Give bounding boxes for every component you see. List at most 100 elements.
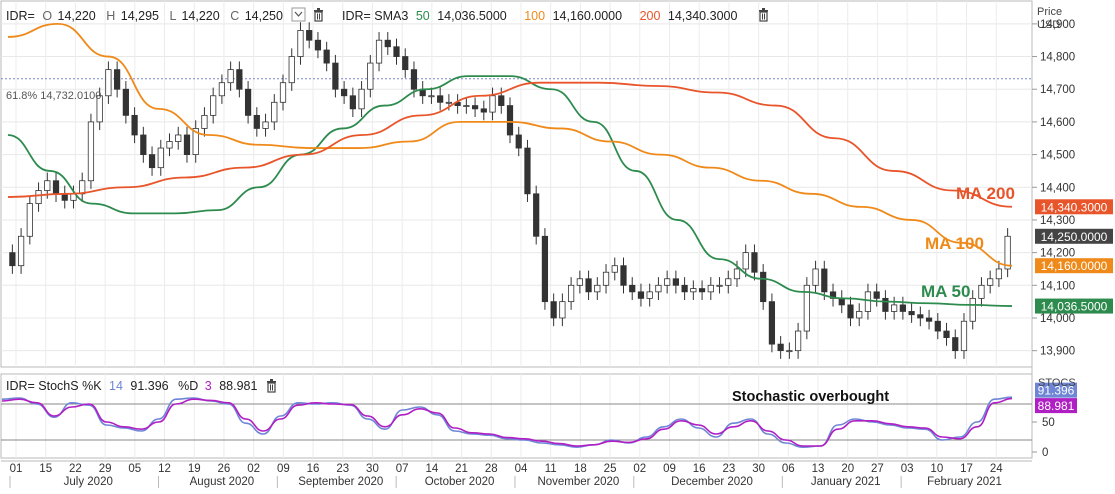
x-month-label: February 2021: [927, 476, 1002, 488]
chart-window: 14,900 14,800 14,700 14,600 14,500 14,400 14,3…: [0, 0, 1115, 489]
x-tick-label: 03: [901, 463, 914, 475]
x-tick-label: 02: [247, 463, 260, 475]
x-tick-label: 11: [545, 463, 557, 475]
candle-body: [655, 284, 662, 293]
candle-body: [471, 105, 479, 110]
stoch-annotation: Stochastic overbought: [732, 389, 889, 405]
candle-body: [323, 49, 330, 64]
x-tick-label: 25: [604, 463, 617, 475]
y-tick-label: 14,000: [1040, 313, 1075, 325]
candle-body: [393, 46, 400, 57]
candle-body: [646, 291, 653, 299]
main-legend: IDR= O 14,220 H 14,295 L 14,220 C 14,250: [6, 9, 283, 23]
x-tick-label: 13: [812, 463, 825, 475]
candle-body: [358, 88, 365, 110]
ma100-annotation: MA 100: [925, 234, 984, 253]
candle-body: [349, 95, 356, 110]
candle-body: [541, 235, 549, 303]
x-tick-label: 17: [960, 463, 973, 475]
candle-body: [262, 121, 269, 129]
candle-body: [218, 82, 226, 97]
candle-body: [550, 301, 557, 319]
candle-body: [253, 114, 260, 129]
x-tick-label: 29: [99, 463, 112, 475]
candle-body: [847, 304, 854, 319]
candle-body: [498, 95, 505, 106]
candle-body: [620, 265, 627, 286]
candle-body: [87, 121, 95, 182]
candle-body: [297, 30, 304, 57]
candle-body: [664, 278, 671, 286]
price-badge-label: 14,250.0000: [1041, 230, 1108, 244]
candle-body: [751, 252, 758, 273]
x-month-label: July 2020: [64, 476, 113, 488]
candle-body: [987, 278, 994, 286]
stoch-y-tick-label: 0: [1042, 447, 1048, 459]
candle-body: [917, 314, 924, 319]
x-tick-label: 19: [188, 463, 201, 475]
x-tick-label: 26: [218, 463, 231, 475]
candle-body: [166, 141, 173, 149]
candle-body: [463, 105, 470, 107]
candle-body: [716, 284, 723, 287]
x-tick-label: 04: [515, 463, 528, 475]
candle-body: [236, 69, 243, 90]
candle-body: [568, 284, 575, 303]
x-axis: 01 15 22 29 05 12 19 26 02 09 16 23 30 07 14 21 28 04 11 18…: [9, 463, 1003, 488]
y-tick-label: 14,400: [1040, 182, 1075, 194]
y-tick-label: 14,100: [1040, 280, 1075, 292]
x-month-label: December 2020: [671, 476, 753, 488]
stoch-badge-label: 88.981: [1038, 399, 1075, 413]
candle-body: [506, 105, 514, 136]
x-tick-label: 10: [930, 463, 943, 475]
candle-body: [157, 147, 164, 169]
candle-body: [17, 235, 25, 267]
x-tick-label: 28: [485, 463, 498, 475]
candle-body: [768, 301, 776, 345]
stoch-legend: IDR= StochS %K 14 91.396 %D 3 88.981: [6, 379, 257, 393]
candle-body: [995, 268, 1003, 280]
x-month-label: September 2020: [298, 476, 383, 488]
x-tick-label: 20: [841, 463, 854, 475]
candle-body: [698, 288, 706, 293]
candle-body: [52, 180, 60, 195]
candle-body: [210, 95, 217, 116]
x-tick-label: 30: [752, 463, 765, 475]
candle-body: [402, 56, 409, 71]
candle-body: [899, 304, 906, 312]
x-tick-label: 23: [336, 463, 349, 475]
candle-body: [384, 39, 391, 48]
x-month-label: November 2020: [537, 476, 619, 488]
candle-body: [733, 268, 741, 280]
candle-body: [61, 193, 68, 201]
candle-body: [786, 350, 793, 353]
collapse-button[interactable]: [291, 7, 306, 22]
candle-body: [777, 343, 784, 352]
price-axis-unit: USD: [1037, 19, 1060, 31]
candle-body: [891, 304, 898, 312]
price-badge-label: 14,036.5000: [1041, 300, 1108, 314]
sma-legend: IDR= SMA3 50 14,036.5000 100 14,160.0000…: [342, 9, 737, 23]
candle-body: [794, 330, 802, 352]
x-tick-label: 15: [39, 463, 52, 475]
candle-body: [367, 62, 374, 90]
candle-body: [44, 180, 51, 191]
x-tick-label: 27: [871, 463, 884, 475]
candle-body: [707, 284, 714, 293]
x-tick-label: 09: [277, 463, 290, 475]
y-tick-label: 14,600: [1040, 117, 1075, 129]
candle-body: [437, 95, 444, 103]
candle-body: [908, 311, 915, 316]
candle-body: [637, 291, 645, 299]
candle-body: [533, 193, 540, 237]
candle-body: [742, 252, 749, 270]
candle-body: [35, 190, 42, 205]
candle-body: [838, 297, 845, 306]
candle-body: [131, 114, 138, 136]
candle-body: [856, 311, 863, 319]
candle-body: [428, 95, 435, 98]
candle-body: [585, 278, 592, 293]
candle-body: [201, 114, 208, 129]
price-badge-label: 14,160.0000: [1041, 259, 1108, 273]
candle-body: [271, 101, 278, 123]
